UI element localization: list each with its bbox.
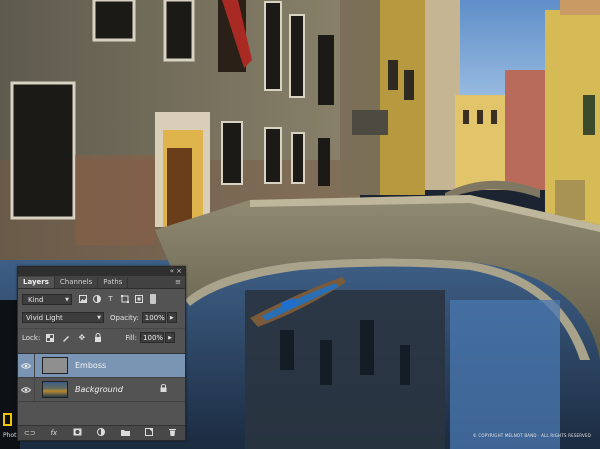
caption-text: Phot (3, 432, 17, 439)
layer-row-emboss[interactable]: Emboss (18, 354, 185, 378)
panel-bottom-toolbar: ⊂⊃ fx (18, 425, 185, 440)
layer-name: Background (75, 385, 123, 394)
type-filter-icon[interactable]: T (106, 295, 115, 304)
lock-all-icon[interactable] (93, 333, 102, 342)
tab-paths[interactable]: Paths (98, 277, 129, 288)
panel-menu-icon[interactable]: ≡ (175, 277, 181, 287)
opacity-label: Opacity: (110, 313, 139, 322)
panel-tabs: Layers Channels Paths ≡ (18, 276, 185, 289)
layer-thumbnail (42, 381, 68, 398)
close-panel-button[interactable]: × (176, 267, 182, 276)
layer-row-background[interactable]: Background (18, 378, 185, 402)
chevron-down-icon: ▼ (97, 315, 101, 321)
fill-field[interactable]: 100% (140, 332, 165, 343)
tab-layers[interactable]: Layers (18, 277, 55, 288)
collapse-panel-button[interactable]: « (170, 267, 174, 276)
lock-label: Lock: (22, 333, 41, 342)
delete-layer-icon[interactable] (167, 428, 179, 438)
visibility-eye-icon[interactable] (18, 354, 35, 377)
canvas-area: « × Layers Channels Paths ≡ Kind ▼ T Viv… (0, 0, 600, 449)
fill-slider-button[interactable]: ▶ (165, 332, 176, 343)
lock-position-icon[interactable]: ✥ (77, 333, 86, 342)
blend-mode-dropdown[interactable]: Vivid Light ▼ (22, 312, 104, 323)
layer-thumbnail (42, 357, 68, 374)
link-layers-icon[interactable]: ⊂⊃ (24, 429, 36, 437)
national-geographic-logo (3, 413, 12, 426)
lock-icon (160, 383, 167, 394)
filter-kind-dropdown[interactable]: Kind ▼ (22, 293, 72, 305)
smart-object-filter-icon[interactable] (134, 295, 143, 304)
copyright-text: © COPYRIGHT MELNOT BAND · ALL RIGHTS RES… (472, 433, 591, 438)
visibility-eye-icon[interactable] (18, 378, 35, 401)
panel-title-bar[interactable]: « × (18, 267, 185, 276)
fill-label: Fill: (125, 333, 138, 342)
fx-icon[interactable]: fx (48, 429, 60, 437)
layer-list: Emboss Background (18, 353, 185, 420)
layer-name: Emboss (75, 361, 107, 370)
layers-panel: « × Layers Channels Paths ≡ Kind ▼ T Viv… (17, 266, 186, 441)
chevron-down-icon: ▼ (65, 296, 69, 303)
adjustment-filter-icon[interactable] (92, 295, 101, 304)
opacity-field[interactable]: 100% (141, 312, 166, 323)
blend-mode-value: Vivid Light (26, 314, 63, 322)
blend-row: Vivid Light ▼ Opacity: 100% ▶ (18, 309, 185, 326)
opacity-slider-button[interactable]: ▶ (166, 312, 177, 323)
layer-filter-row: Kind ▼ T (18, 291, 185, 307)
filter-kind-value: Kind (28, 295, 44, 304)
new-group-icon[interactable] (119, 429, 131, 438)
adjustment-layer-icon[interactable] (95, 428, 107, 438)
shape-filter-icon[interactable] (120, 295, 129, 304)
image-filter-icon[interactable] (78, 295, 87, 304)
lock-transparent-pixels-icon[interactable] (45, 333, 54, 342)
new-layer-icon[interactable] (143, 428, 155, 438)
add-mask-icon[interactable] (72, 428, 84, 438)
filter-toggle-switch[interactable] (150, 294, 156, 304)
lock-row: Lock: ✥ Fill: 100% ▶ (18, 328, 185, 346)
lock-image-pixels-icon[interactable] (61, 333, 70, 342)
tab-channels[interactable]: Channels (55, 277, 99, 288)
